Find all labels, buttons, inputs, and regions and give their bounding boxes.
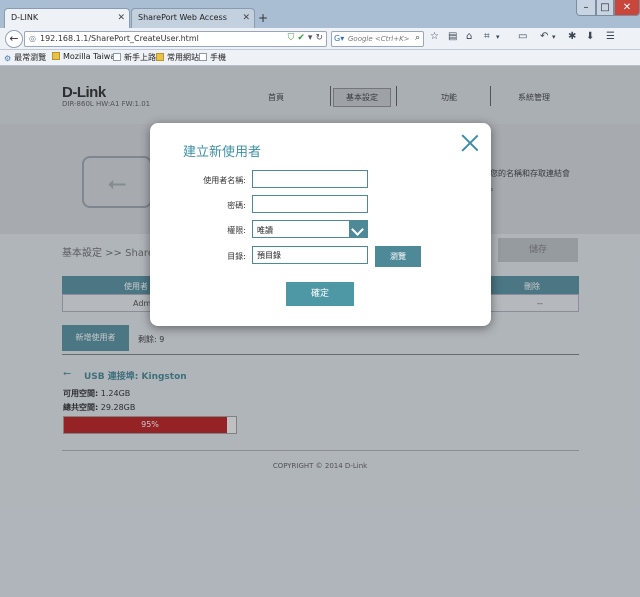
bookmarks-bar: ⚙ 最常瀏覽 Mozilla Taiwan 新手上路 常用網站 手機 [0, 50, 640, 66]
undo-icon[interactable]: ↶ [540, 31, 548, 42]
tab-shareport[interactable]: SharePort Web Access ✕ [131, 8, 255, 28]
url-text[interactable]: 192.168.1.1/SharePort_CreateUser.html [40, 34, 199, 43]
bookmark-mozilla-taiwan[interactable]: Mozilla Taiwan [52, 52, 120, 61]
menu-icon[interactable]: ☰ [606, 31, 615, 42]
bookmark-star-icon[interactable]: ☆ [430, 31, 439, 42]
search-icon[interactable]: ⌕ [415, 33, 420, 43]
dropdown-arrow-icon[interactable]: ▾ [496, 33, 500, 41]
close-tab-icon[interactable]: ✕ [117, 13, 125, 23]
password-label: 密碼: [227, 201, 246, 210]
google-icon[interactable]: G▾ [334, 34, 344, 43]
bookmark-most-visited[interactable]: ⚙ 最常瀏覽 [4, 52, 46, 63]
bookmarks-menu-icon[interactable]: ▤ [448, 31, 457, 42]
directory-input[interactable]: 預目錄 [252, 246, 368, 264]
permission-label: 權限: [227, 226, 246, 235]
folder-icon [156, 53, 164, 61]
search-input[interactable]: Google <Ctrl+K> [348, 35, 410, 43]
permission-select[interactable]: 唯讀 [252, 220, 368, 238]
new-tab-button[interactable]: + [258, 11, 268, 25]
username-label: 使用者名稱: [203, 176, 246, 185]
globe-icon: ◎ [29, 34, 36, 43]
bookmark-getting-started[interactable]: 新手上路 [113, 52, 156, 63]
address-bar[interactable]: ◎ 192.168.1.1/SharePort_CreateUser.html … [24, 31, 327, 47]
download-icon[interactable]: ⬇ [586, 31, 594, 42]
chat-icon[interactable]: ▭ [518, 31, 527, 42]
permission-value: 唯讀 [257, 226, 273, 235]
back-button[interactable]: ← [5, 30, 23, 48]
chevron-down-icon[interactable] [349, 221, 367, 237]
crop-icon[interactable]: ⌗ [484, 31, 490, 42]
maximize-button[interactable]: □ [596, 0, 614, 16]
password-input[interactable] [252, 195, 368, 213]
close-icon[interactable] [461, 134, 479, 152]
toolbar: ☆ ▤ ⌂ ⌗ ▾ ▭ ↶ ▾ ✱ ⬇ ☰ [428, 31, 636, 47]
folder-icon [52, 52, 60, 60]
create-user-dialog: 建立新使用者 使用者名稱: 密碼: 權限: 唯讀 目錄: 預目錄 瀏覽 確定 [150, 123, 491, 326]
search-bar[interactable]: G▾ Google <Ctrl+K> ⌕ [331, 31, 424, 47]
dialog-title: 建立新使用者 [183, 145, 262, 160]
check-icon[interactable]: ✔ [297, 33, 305, 43]
page-icon [113, 53, 121, 61]
minimize-button[interactable]: – [576, 0, 596, 16]
tab-label: D-LINK [11, 13, 39, 22]
bookmark-mobile[interactable]: 手機 [199, 52, 226, 63]
close-tab-icon[interactable]: ✕ [242, 13, 250, 23]
browse-button[interactable]: 瀏覽 [375, 246, 421, 267]
dropdown-arrow-icon[interactable]: ▾ [552, 33, 556, 41]
window-close-button[interactable]: ✕ [614, 0, 640, 16]
ok-button[interactable]: 確定 [286, 282, 354, 306]
puzzle-icon[interactable]: ✱ [568, 31, 576, 42]
navigation-bar: ← ◎ 192.168.1.1/SharePort_CreateUser.htm… [0, 28, 640, 50]
bookmark-common-sites[interactable]: 常用網站 [156, 52, 199, 63]
shield-icon[interactable]: ⛉ [288, 33, 295, 43]
username-input[interactable] [252, 170, 368, 188]
home-icon[interactable]: ⌂ [466, 31, 472, 42]
tab-strip: D-LINK ✕ SharePort Web Access ✕ + – □ ✕ [0, 0, 640, 28]
tab-label: SharePort Web Access [138, 13, 227, 22]
gear-icon: ⚙ [4, 54, 12, 63]
reload-icon[interactable]: ↻ [315, 33, 323, 43]
browser-chrome: D-LINK ✕ SharePort Web Access ✕ + – □ ✕ … [0, 0, 640, 66]
dropdown-arrow-icon[interactable]: ▾ [308, 33, 313, 43]
directory-label: 目錄: [227, 252, 246, 261]
tab-dlink[interactable]: D-LINK ✕ [4, 8, 130, 28]
page-icon [199, 53, 207, 61]
